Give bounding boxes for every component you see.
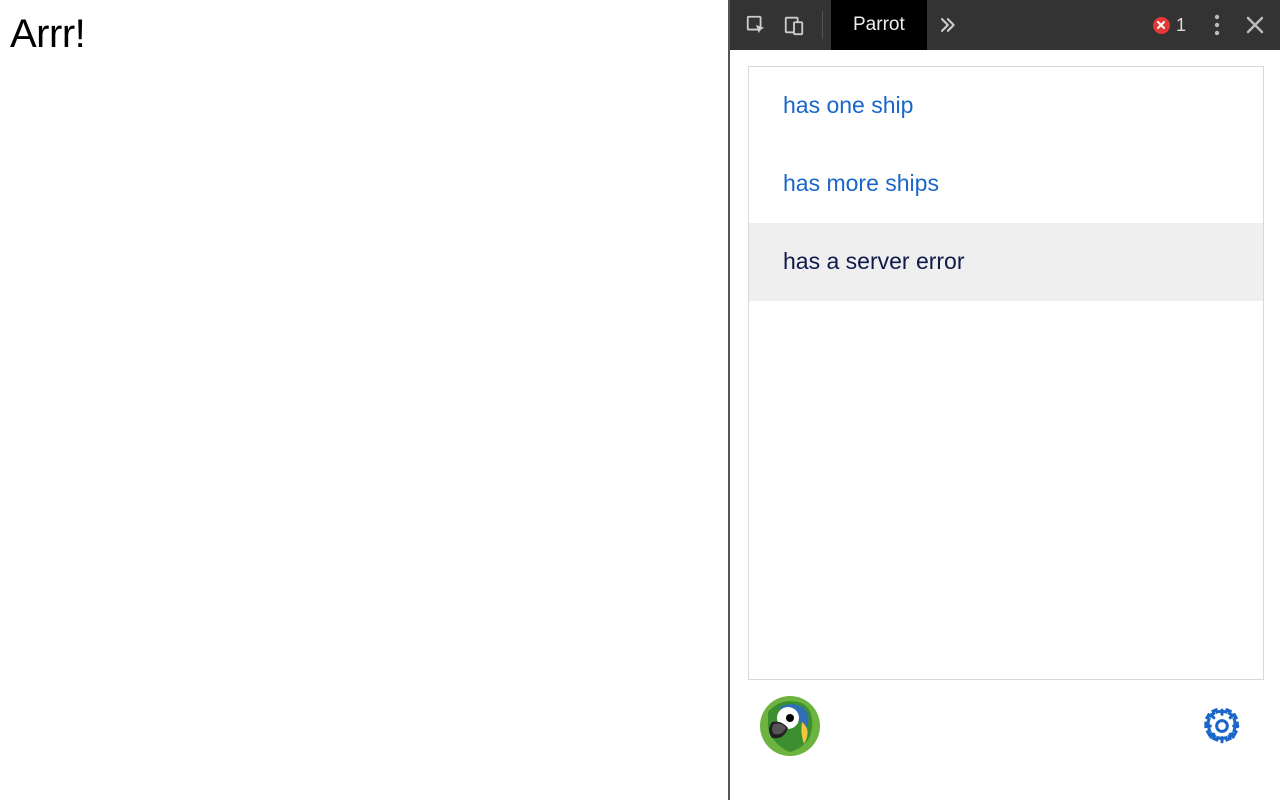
parrot-icon bbox=[758, 694, 822, 758]
error-count: 1 bbox=[1176, 15, 1186, 36]
device-icon[interactable] bbox=[780, 11, 808, 39]
panel-body: has one ship has more ships has a server… bbox=[730, 50, 1280, 800]
scenario-label: has a server error bbox=[783, 248, 965, 275]
error-icon bbox=[1153, 17, 1170, 34]
tab-label: Parrot bbox=[853, 14, 905, 36]
close-icon[interactable] bbox=[1238, 8, 1272, 42]
tab-parrot[interactable]: Parrot bbox=[831, 0, 927, 50]
scenario-label: has more ships bbox=[783, 170, 939, 197]
panel-footer bbox=[748, 680, 1264, 772]
scenario-item[interactable]: has more ships bbox=[749, 145, 1263, 223]
inspect-icon[interactable] bbox=[742, 11, 770, 39]
scenario-list: has one ship has more ships has a server… bbox=[748, 66, 1264, 680]
gear-icon[interactable] bbox=[1200, 704, 1244, 748]
scenario-item[interactable]: has a server error bbox=[749, 223, 1263, 301]
page-heading: Arrr! bbox=[10, 12, 718, 57]
chevron-double-right-icon[interactable] bbox=[927, 0, 967, 50]
scenario-label: has one ship bbox=[783, 92, 913, 119]
scenario-item[interactable]: has one ship bbox=[749, 67, 1263, 145]
devtools-panel: Parrot 1 bbox=[728, 0, 1280, 800]
page-content: Arrr! bbox=[0, 0, 728, 800]
toolbar-divider bbox=[822, 11, 823, 39]
kebab-icon[interactable] bbox=[1200, 8, 1234, 42]
devtools-toolbar: Parrot 1 bbox=[730, 0, 1280, 50]
app-root: Arrr! Parrot bbox=[0, 0, 1280, 800]
error-indicator[interactable]: 1 bbox=[1153, 15, 1186, 36]
